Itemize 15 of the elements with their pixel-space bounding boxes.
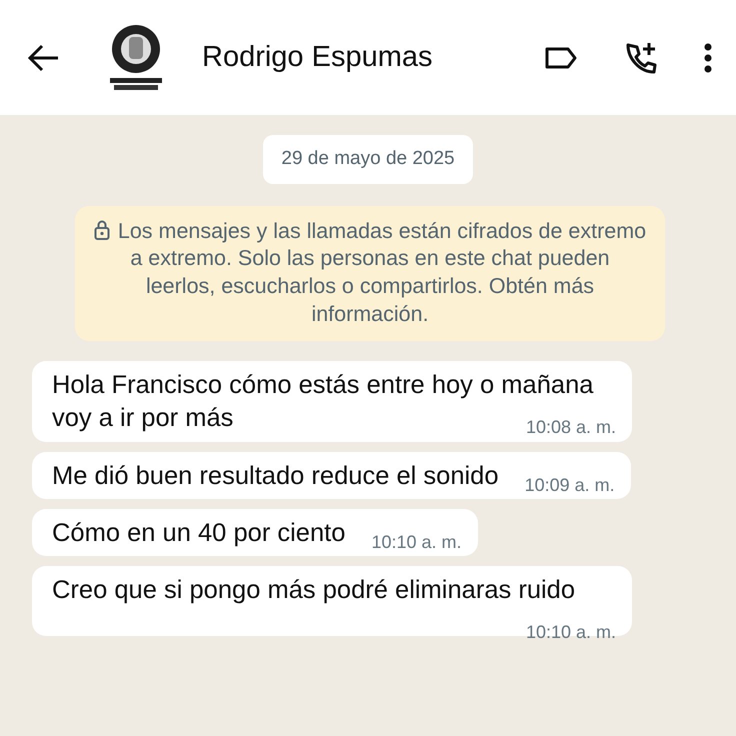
message-bubble[interactable]: Me dió buen resultado reduce el sonido 10:09 a. m. [32, 452, 631, 499]
lock-icon [94, 220, 110, 240]
back-icon[interactable] [26, 42, 60, 72]
add-call-icon[interactable] [624, 40, 658, 74]
message-time: 10:08 a. m. [526, 416, 616, 440]
message-bubble[interactable]: Creo que si pongo más podré eliminaras ruido 10:10 a. m. [32, 566, 632, 636]
contact-name[interactable]: Rodrigo Espumas [202, 36, 432, 80]
label-icon[interactable] [544, 46, 578, 70]
message-bubble[interactable]: Cómo en un 40 por ciento 10:10 a. m. [32, 508, 478, 556]
encryption-notice[interactable]: Los mensajes y las llamadas están cifrados de extremo a extremo. Solo las personas en este chat pueden leerlos, escucharlos o compartirlos. Obtén más información. [75, 206, 665, 342]
more-options-icon[interactable] [704, 42, 712, 72]
message-time: 10:10 a. m. [371, 530, 462, 554]
message-time: 10:09 a. m. [524, 474, 615, 497]
date-chip: 29 de mayo de 2025 [263, 135, 473, 184]
message-bubble[interactable]: Hola Francisco cómo estás entre hoy o mañana voy a ir por más 10:08 a. m. [32, 361, 632, 442]
